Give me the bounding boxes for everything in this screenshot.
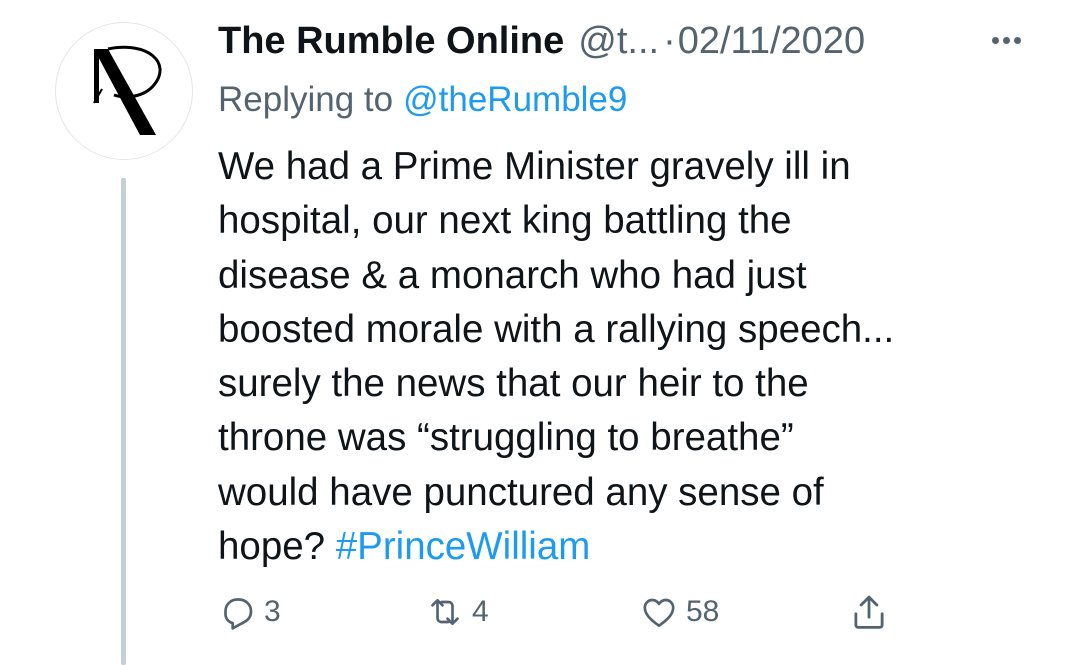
replying-to-label: Replying to <box>218 80 394 119</box>
tweet-text-line: disease & a monarch who had just <box>218 253 807 297</box>
tweet-header: The Rumble Online @t... · 02/11/2020 <box>218 14 1028 68</box>
like-count: 58 <box>686 595 720 628</box>
hashtag-link[interactable]: #PrinceWilliam <box>336 525 591 568</box>
tweet-text-line: surely the news that our heir to the <box>218 362 809 406</box>
rumble-logo-icon <box>93 45 162 135</box>
tweet-text: We had a Prime Minister gravely ill in h… <box>218 140 1038 574</box>
tweet-text-last-line: hope? #PrinceWilliam <box>218 520 1038 574</box>
tweet-text-line: hospital, our next king battling the <box>218 199 792 243</box>
tweet: The Rumble Online @t... · 02/11/2020 Rep… <box>0 0 1080 665</box>
retweet-count: 4 <box>472 595 489 628</box>
tweet-text-line: throne was “struggling to breathe” <box>218 416 794 460</box>
avatar[interactable] <box>55 22 193 160</box>
tweet-text-line: would have punctured any sense of <box>218 470 824 514</box>
tweet-text-line: boosted morale with a rallying speech... <box>218 307 895 351</box>
more-horizontal-icon[interactable] <box>985 20 1027 60</box>
reply-count: 3 <box>264 595 281 628</box>
reply-icon <box>224 598 253 630</box>
user-handle[interactable]: @t... <box>578 20 659 63</box>
like-button[interactable]: 58 <box>638 588 719 636</box>
share-icon <box>854 595 884 629</box>
reply-button[interactable]: 3 <box>218 588 281 636</box>
tweet-date[interactable]: 02/11/2020 <box>678 20 865 63</box>
share-button[interactable] <box>848 588 890 636</box>
tweet-text-line: We had a Prime Minister gravely ill in <box>218 145 851 188</box>
display-name[interactable]: The Rumble Online <box>218 20 564 63</box>
tweet-actions: 3 4 58 <box>218 588 918 636</box>
heart-icon <box>643 598 675 627</box>
separator-dot: · <box>663 19 676 62</box>
replying-to-handle-link[interactable]: @theRumble9 <box>403 80 627 120</box>
thread-line <box>121 178 126 665</box>
replying-to: Replying to @theRumble9 <box>218 76 627 124</box>
retweet-button[interactable]: 4 <box>424 588 489 636</box>
retweet-icon <box>431 599 459 625</box>
tweet-text-hope: hope? <box>218 525 326 569</box>
